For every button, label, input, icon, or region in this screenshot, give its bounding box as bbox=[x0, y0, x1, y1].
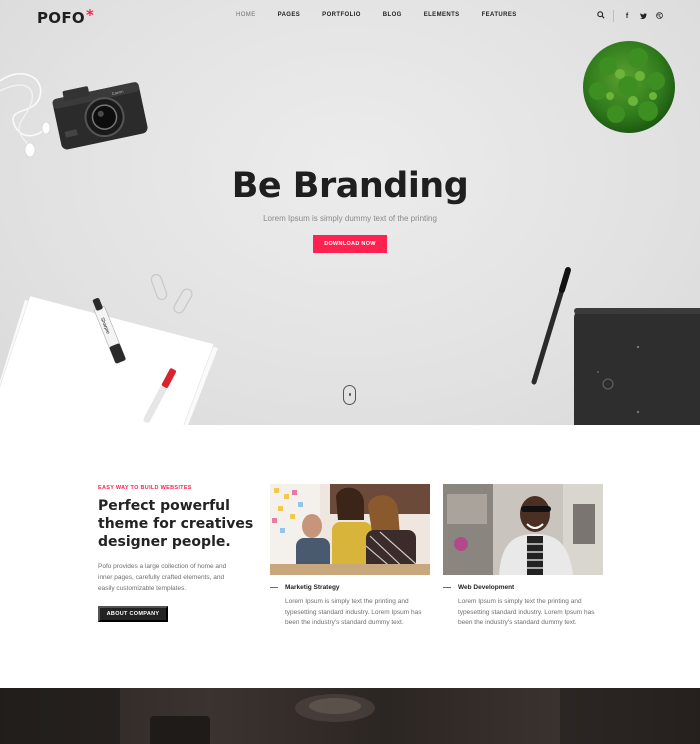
card-title[interactable]: Web Development bbox=[458, 584, 514, 591]
main-navbar: POFO* HOME PAGES PORTFOLIO BLOG ELEMENTS… bbox=[0, 0, 700, 32]
feature-card-web-development[interactable]: Web Development Lorem Ipsum is simply te… bbox=[443, 484, 603, 626]
nav-divider bbox=[613, 10, 614, 22]
stylus-pen-image bbox=[531, 267, 571, 385]
graphics-tablet-image bbox=[574, 308, 700, 425]
card-title[interactable]: Marketig Strategy bbox=[285, 584, 340, 591]
card-description: Lorem Ipsum is simply text the printing … bbox=[285, 598, 422, 626]
twitter-icon[interactable] bbox=[635, 12, 651, 21]
nav-item-portfolio[interactable]: PORTFOLIO bbox=[322, 12, 361, 18]
marketing-team-photo bbox=[270, 484, 430, 575]
about-eyebrow: EASY WAY TO BUILD WEBSITES bbox=[98, 485, 192, 491]
hero-subtitle: Lorem Ipsum is simply dummy text of the … bbox=[263, 214, 437, 223]
about-title: Perfect powerful theme for creatives des… bbox=[98, 498, 254, 550]
card-description: Lorem Ipsum is simply text the printing … bbox=[458, 598, 595, 626]
nav-item-home[interactable]: HOME bbox=[236, 12, 256, 18]
about-text: Pofo provides a large collection of home… bbox=[98, 563, 227, 592]
paper-clips-image bbox=[150, 273, 193, 314]
nav-actions: f bbox=[593, 9, 667, 23]
logo-text: POFO bbox=[37, 9, 85, 27]
dark-image-section bbox=[0, 688, 700, 744]
about-section: EASY WAY TO BUILD WEBSITES Perfect power… bbox=[0, 425, 700, 688]
about-company-button[interactable]: ABOUT COMPANY bbox=[98, 606, 168, 622]
feature-card-marketing[interactable]: Marketig Strategy Lorem Ipsum is simply … bbox=[270, 484, 430, 626]
dribbble-icon[interactable] bbox=[651, 11, 667, 21]
search-icon[interactable] bbox=[593, 11, 609, 21]
nav-item-features[interactable]: FEATURES bbox=[482, 12, 517, 18]
card-heading: Web Development bbox=[443, 584, 514, 591]
hero-section: Canon Sharpie POFO* HOME PAGES PORTFOLIO… bbox=[0, 0, 700, 425]
nav-menu: HOME PAGES PORTFOLIO BLOG ELEMENTS FEATU… bbox=[236, 12, 539, 18]
earphones-image bbox=[0, 72, 51, 158]
desk-background-image bbox=[0, 688, 700, 744]
nav-item-elements[interactable]: ELEMENTS bbox=[424, 12, 460, 18]
nav-item-pages[interactable]: PAGES bbox=[278, 12, 301, 18]
logo[interactable]: POFO* bbox=[37, 6, 95, 27]
web-developer-photo bbox=[443, 484, 603, 575]
card-heading: Marketig Strategy bbox=[270, 584, 340, 591]
logo-star-icon: * bbox=[85, 6, 95, 24]
scroll-down-mouse-icon[interactable] bbox=[343, 385, 356, 405]
nav-item-blog[interactable]: BLOG bbox=[383, 12, 402, 18]
plant-image bbox=[583, 41, 675, 133]
accent-dash bbox=[443, 586, 451, 589]
hero-title: Be Branding bbox=[231, 166, 469, 206]
accent-dash bbox=[270, 586, 278, 589]
download-now-button[interactable]: DOWNLOAD NOW bbox=[313, 235, 387, 253]
facebook-icon[interactable]: f bbox=[619, 13, 635, 20]
